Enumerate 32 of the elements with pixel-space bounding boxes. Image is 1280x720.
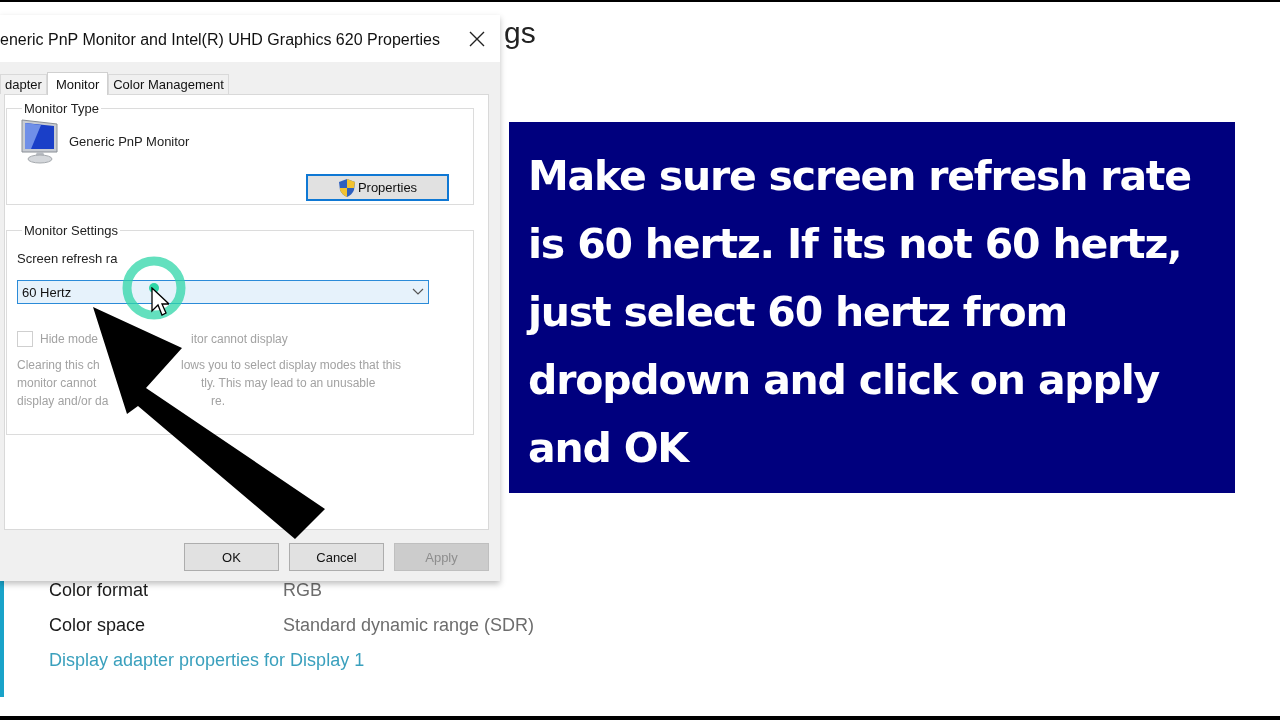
shield-icon xyxy=(337,177,356,198)
refresh-rate-label: Screen refresh ra xyxy=(17,251,119,266)
group-label: Monitor Settings xyxy=(23,223,119,238)
note-text: monitor cannot xyxy=(17,375,98,392)
caption-text: Make sure screen refresh rate is 60 hertz. If its not 60 hertz, just select 60 hertz from dropdown and click on apply and OK xyxy=(528,151,1192,474)
note-text: display and/or da xyxy=(17,393,110,410)
monitor-icon xyxy=(19,118,59,164)
properties-button[interactable]: Properties xyxy=(306,174,449,201)
monitor-name: Generic PnP Monitor xyxy=(69,133,190,149)
tab[interactable]: dapter xyxy=(0,74,47,94)
note-text: re. xyxy=(211,393,225,410)
page-heading: gs xyxy=(504,15,536,51)
note-text: lows you to select display modes that this xyxy=(181,357,402,374)
tab[interactable]: Color Management xyxy=(108,74,229,94)
detail-value: Standard dynamic range (SDR) xyxy=(283,615,535,636)
group-label: Monitor Type xyxy=(23,101,100,116)
checkbox-label: itor cannot display xyxy=(191,332,288,346)
note-text: tly. This may lead to an unusable xyxy=(201,375,376,392)
dialog-button[interactable]: Cancel xyxy=(289,543,384,571)
cursor-icon xyxy=(151,287,169,317)
detail-value: RGB xyxy=(283,580,322,601)
caret-icon xyxy=(412,288,424,296)
close-icon xyxy=(469,30,485,47)
window-title: eneric PnP Monitor and Intel(R) UHD Graphics 620 Properties xyxy=(0,30,440,49)
detail-label: Color format xyxy=(49,580,150,601)
tab[interactable]: Monitor xyxy=(46,72,109,95)
note-text: Clearing this ch xyxy=(17,357,101,374)
refresh-rate-dropdown[interactable]: 60 Hertz xyxy=(17,280,429,304)
dialog-button[interactable]: OK xyxy=(184,543,279,571)
click-highlight xyxy=(122,256,186,320)
detail-label: Color space xyxy=(49,615,147,636)
checkbox-label: Hide mode xyxy=(40,332,100,346)
